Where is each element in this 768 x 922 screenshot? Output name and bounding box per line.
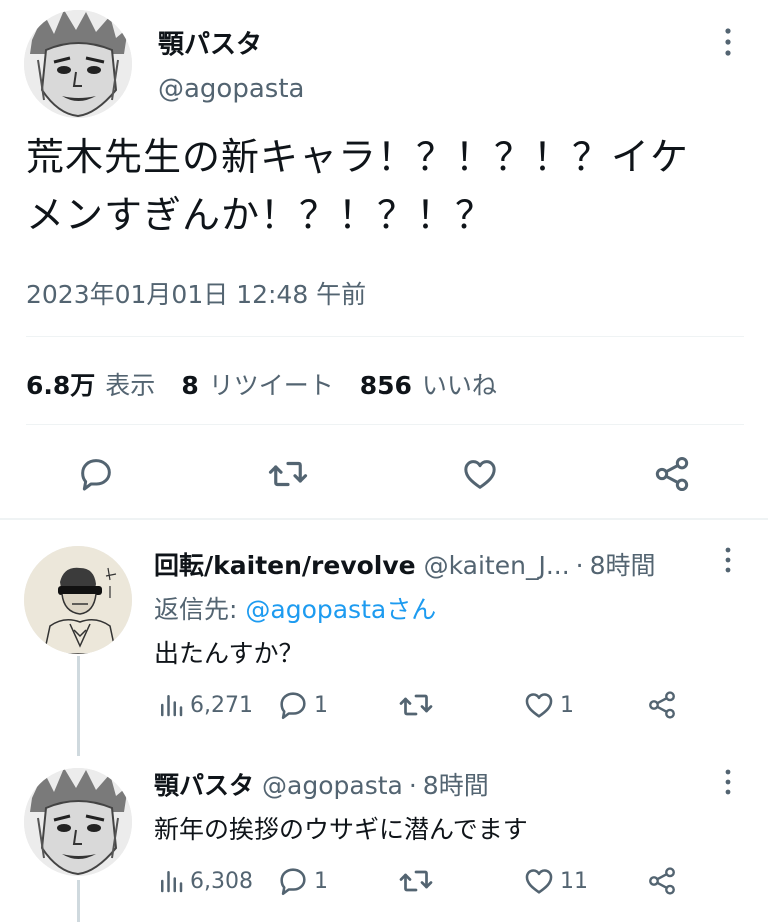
- share-icon[interactable]: [648, 450, 696, 498]
- reply-icon: [280, 692, 306, 720]
- tweet-timestamp[interactable]: 2023年01月01日 12:48 午前: [26, 275, 366, 311]
- views-icon: [161, 871, 183, 893]
- thread-line: [77, 656, 80, 756]
- like-icon[interactable]: [456, 450, 504, 498]
- reply-to-line: 返信先: @agopastaさん: [154, 590, 436, 626]
- likes-stat[interactable]: 856 いいね: [360, 366, 497, 402]
- views-icon: [161, 695, 183, 717]
- tweet-text-line: 荒木先生の新キャラ！？！？！？イケ: [26, 135, 690, 179]
- likes-count: 856: [359, 371, 412, 400]
- reply-tweet[interactable]: 回転/kaiten/revolve @kaiten_J... · 8時間 返信先…: [0, 538, 768, 756]
- like-count: 11: [560, 868, 588, 894]
- divider: [26, 336, 744, 337]
- avatar[interactable]: [24, 10, 132, 118]
- reply-count: 1: [314, 692, 328, 718]
- separator-dot: ·: [575, 551, 584, 580]
- retweets-count: 8: [181, 371, 199, 400]
- share-action[interactable]: [646, 864, 682, 898]
- tweet-text: 荒木先生の新キャラ！？！？！？イケ メンすぎんか！？！？！？: [26, 128, 746, 244]
- like-count: 1: [560, 692, 574, 718]
- retweet-icon: [399, 694, 433, 716]
- like-icon: [525, 869, 553, 894]
- reply-to-prefix: 返信先:: [154, 595, 246, 624]
- reply-to-mention-link[interactable]: @agopastaさん: [245, 595, 436, 624]
- share-action[interactable]: [646, 688, 682, 722]
- more-options-icon[interactable]: [718, 26, 738, 60]
- share-icon: [649, 867, 675, 895]
- user-handle[interactable]: @agopasta: [158, 74, 304, 104]
- reply-text: 出たんすか？: [154, 639, 304, 668]
- main-tweet: 顎パスタ @agopasta 荒木先生の新キャラ！？！？！？イケ メンすぎんか！…: [0, 0, 768, 520]
- likes-label: いいね: [421, 371, 497, 400]
- reply-time[interactable]: 8時間: [423, 766, 489, 802]
- thread-line: [77, 880, 80, 922]
- display-name[interactable]: 顎パスタ: [154, 766, 254, 802]
- views-stat[interactable]: 6.8万 表示: [26, 366, 155, 402]
- retweet-action[interactable]: [398, 688, 438, 722]
- tweet-text-line: メンすぎんか！？！？！？: [26, 193, 495, 237]
- user-handle[interactable]: @kaiten_J...: [424, 551, 570, 580]
- section-divider: [0, 518, 768, 520]
- like-action[interactable]: 11: [522, 864, 588, 898]
- reply-header: 顎パスタ @agopasta · 8時間: [154, 766, 489, 802]
- reply-count: 1: [314, 868, 328, 894]
- views-count: 6,271: [190, 692, 253, 718]
- reply-header: 回転/kaiten/revolve @kaiten_J... · 8時間: [154, 546, 656, 582]
- views-count: 6,308: [190, 868, 253, 894]
- share-icon: [649, 691, 675, 719]
- retweet-icon: [399, 870, 433, 892]
- avatar[interactable]: [24, 768, 132, 876]
- reply-action[interactable]: 1: [276, 688, 328, 722]
- tweet-stats: 6.8万 表示 8 リツイート 856 いいね: [26, 364, 523, 404]
- views-label: 表示: [105, 371, 156, 400]
- retweets-stat[interactable]: 8 リツイート: [181, 366, 333, 402]
- reply-action[interactable]: 1: [276, 864, 328, 898]
- retweet-action[interactable]: [398, 864, 438, 898]
- separator-dot: ·: [408, 771, 417, 800]
- views-action[interactable]: 6,308: [156, 864, 253, 898]
- like-icon: [525, 693, 553, 718]
- reply-icon[interactable]: [72, 450, 120, 498]
- reply-time[interactable]: 8時間: [590, 546, 656, 582]
- like-action[interactable]: 1: [522, 688, 574, 722]
- more-options-icon[interactable]: [718, 768, 738, 798]
- reply-icon: [280, 868, 306, 896]
- manga-face-avatar-image: [24, 768, 132, 876]
- display-name[interactable]: 顎パスタ: [158, 24, 262, 61]
- avatar[interactable]: [24, 546, 132, 654]
- views-count: 6.8万: [26, 371, 96, 400]
- display-name[interactable]: 回転/kaiten/revolve: [154, 546, 416, 582]
- reply-text: 新年の挨拶のウサギに潜んでます: [154, 815, 528, 844]
- user-handle[interactable]: @agopasta: [262, 771, 403, 800]
- more-options-icon[interactable]: [718, 546, 738, 576]
- tweet-detail-page: 顎パスタ @agopasta 荒木先生の新キャラ！？！？！？イケ メンすぎんか！…: [0, 0, 768, 922]
- manga-face-avatar-image: [24, 10, 132, 118]
- reply-tweet[interactable]: 顎パスタ @agopasta · 8時間 新年の挨拶のウサギに潜んでます 6,3…: [0, 756, 768, 922]
- divider: [26, 424, 744, 425]
- sketch-avatar-image: [24, 546, 132, 654]
- views-action[interactable]: 6,271: [156, 688, 253, 722]
- retweets-label: リツイート: [208, 371, 334, 400]
- retweet-icon[interactable]: [264, 450, 312, 498]
